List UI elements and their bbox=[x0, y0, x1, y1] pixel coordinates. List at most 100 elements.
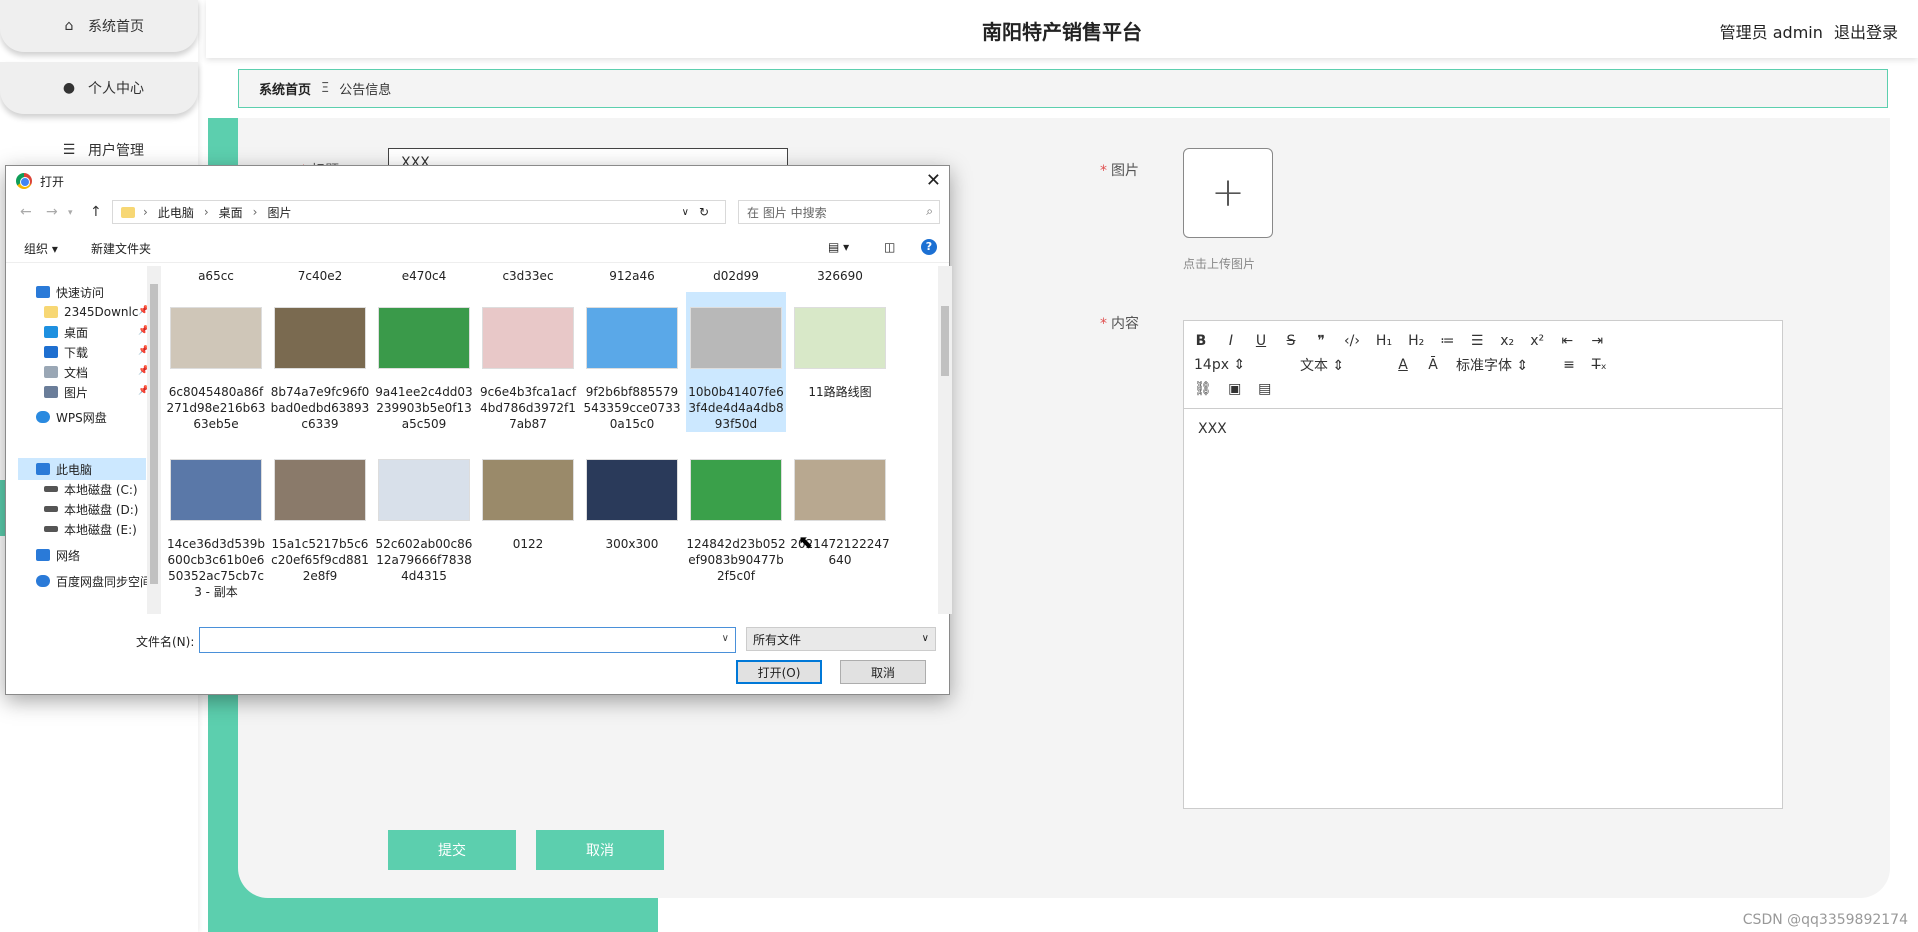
tree-item[interactable]: 下载 bbox=[44, 342, 88, 362]
sidebar-item-label: 系统首页 bbox=[88, 19, 144, 35]
close-icon[interactable]: ✕ bbox=[926, 170, 941, 191]
ordered-list-icon[interactable]: ≔ bbox=[1440, 333, 1454, 349]
path-segment[interactable]: 图片 bbox=[267, 204, 291, 221]
breadcrumb-home[interactable]: 系统首页 bbox=[259, 79, 311, 98]
filename-input[interactable]: ∨ bbox=[199, 627, 736, 653]
dialog-titlebar: 打开 bbox=[6, 166, 949, 196]
file-tile[interactable]: 11路路线图 bbox=[790, 292, 890, 400]
recent-chevron-icon[interactable]: ▾ bbox=[68, 208, 73, 218]
chevron-down-icon[interactable]: ∨ bbox=[682, 207, 689, 218]
h1-icon[interactable]: H₁ bbox=[1376, 333, 1392, 349]
quote-icon[interactable]: ❞ bbox=[1314, 333, 1328, 349]
file-tile[interactable]: 124842d23b052ef9083b90477b2f5c0f bbox=[686, 444, 786, 584]
tree-item[interactable]: 本地磁盘 (C:) bbox=[44, 479, 138, 499]
h2-icon[interactable]: H₂ bbox=[1408, 333, 1424, 349]
path-segment[interactable]: 桌面 bbox=[219, 204, 243, 221]
tree-item[interactable]: 网络 bbox=[36, 545, 80, 565]
scroll-thumb[interactable] bbox=[941, 306, 949, 376]
file-tile[interactable]: 9c6e4b3fca1acf4bd786d3972f17ab87 bbox=[478, 292, 578, 432]
tree-item[interactable]: 本地磁盘 (D:) bbox=[44, 499, 138, 519]
forward-icon[interactable]: → bbox=[46, 204, 58, 220]
tree-item[interactable]: 2345Downlc bbox=[44, 302, 138, 322]
background-color-icon[interactable]: Ā bbox=[1426, 357, 1440, 373]
file-tile-label[interactable]: a65cc bbox=[166, 268, 266, 284]
file-tile[interactable]: 6c8045480a86f271d98e216b6363eb5e bbox=[166, 292, 266, 432]
font-size-select[interactable]: 14px ⇕ bbox=[1194, 357, 1274, 373]
file-tile-label[interactable]: d02d99 bbox=[686, 268, 786, 284]
superscript-icon[interactable]: x² bbox=[1530, 333, 1544, 349]
chevron-down-icon[interactable]: ∨ bbox=[722, 633, 729, 644]
preview-pane-icon[interactable]: ◫ bbox=[884, 240, 895, 254]
watermark: CSDN @qq3359892174 bbox=[1742, 912, 1908, 928]
font-color-icon[interactable]: A bbox=[1396, 357, 1410, 373]
address-bar[interactable]: › 此电脑 › 桌面 › 图片 ∨ ↻ bbox=[112, 200, 726, 224]
indent-icon[interactable]: ⇥ bbox=[1590, 333, 1604, 349]
file-tile[interactable]: 9f2b6bf885579543359cce07330a15c0 bbox=[582, 292, 682, 432]
new-folder-button[interactable]: 新建文件夹 bbox=[91, 240, 151, 257]
cancel-button[interactable]: 取消 bbox=[536, 830, 664, 870]
file-tile[interactable]: 9a41ee2c4dd03239903b5e0f13a5c509 bbox=[374, 292, 474, 432]
tree-item[interactable]: 桌面 bbox=[44, 322, 88, 342]
italic-icon[interactable]: I bbox=[1224, 333, 1238, 349]
file-tile[interactable]: 0122 bbox=[478, 444, 578, 552]
image-upload-button[interactable]: + bbox=[1183, 148, 1273, 238]
dialog-cancel-button[interactable]: 取消 bbox=[840, 660, 926, 684]
submit-button[interactable]: 提交 bbox=[388, 830, 516, 870]
sidebar-item-profile[interactable]: ● 个人中心 bbox=[0, 62, 198, 114]
file-tile[interactable]: 10b0b41407fe63f4de4d4a4db893f50d bbox=[686, 292, 786, 432]
file-tile[interactable]: 8b74a7e9fc96f0bad0edbd63893c6339 bbox=[270, 292, 370, 432]
scroll-thumb[interactable] bbox=[150, 284, 158, 584]
file-tile-label[interactable]: c3d33ec bbox=[478, 268, 578, 284]
tree-item[interactable]: 图片 bbox=[44, 382, 88, 402]
refresh-icon[interactable]: ↻ bbox=[699, 205, 709, 219]
font-family-select[interactable]: 标准字体 ⇕ bbox=[1456, 355, 1546, 375]
open-button[interactable]: 打开(O) bbox=[736, 660, 822, 684]
file-tile-label[interactable]: 326690 bbox=[790, 268, 890, 284]
subscript-icon[interactable]: x₂ bbox=[1500, 333, 1514, 349]
document-icon bbox=[44, 366, 58, 378]
link-icon[interactable]: ⛓ bbox=[1194, 381, 1212, 397]
tree-item[interactable]: 文档 bbox=[44, 362, 88, 382]
file-tile[interactable]: 52c602ab00c8612a79666f78384d4315 bbox=[374, 444, 474, 584]
tree-scrollbar[interactable] bbox=[147, 266, 161, 614]
clear-format-icon[interactable]: T̶ₓ bbox=[1592, 357, 1607, 373]
tree-item[interactable]: 本地磁盘 (E:) bbox=[44, 519, 137, 539]
image-icon[interactable]: ▣ bbox=[1228, 381, 1242, 397]
file-thumbnail bbox=[585, 444, 679, 536]
file-tile-label[interactable]: 7c40e2 bbox=[270, 268, 370, 284]
strike-icon[interactable]: S bbox=[1284, 333, 1298, 349]
tree-item[interactable]: 快速访问 bbox=[36, 282, 104, 302]
file-tile[interactable]: 300x300 bbox=[582, 444, 682, 552]
back-icon[interactable]: ← bbox=[20, 204, 32, 220]
view-icon[interactable]: ▤ ▾ bbox=[828, 240, 849, 254]
file-tile[interactable]: 15a1c5217b5c6c20ef65f9cd8812e8f9 bbox=[270, 444, 370, 584]
sidebar-item-users[interactable]: ☰ 用户管理 bbox=[60, 140, 144, 160]
tree-item[interactable]: 百度网盘同步空间 bbox=[36, 571, 152, 591]
sidebar-item-home[interactable]: ⌂ 系统首页 bbox=[0, 0, 198, 52]
bullet-list-icon[interactable]: ☰ bbox=[1470, 333, 1484, 349]
filetype-select[interactable]: 所有文件 ∨ bbox=[746, 627, 936, 651]
bold-icon[interactable]: B bbox=[1194, 333, 1208, 349]
editor-content[interactable]: XXX bbox=[1184, 409, 1782, 449]
chevron-down-icon: ∨ bbox=[921, 633, 929, 644]
align-icon[interactable]: ≡ bbox=[1562, 357, 1576, 373]
grid-scrollbar[interactable] bbox=[938, 266, 952, 614]
code-icon[interactable]: ‹/› bbox=[1344, 333, 1360, 349]
file-tile[interactable]: 14ce36d3d539b600cb3c61b0e650352ac75cb7c3… bbox=[166, 444, 266, 600]
organize-button[interactable]: 组织 ▾ bbox=[24, 240, 58, 257]
help-icon[interactable]: ? bbox=[921, 239, 937, 255]
breadcrumb-separator: Ξ bbox=[321, 81, 330, 96]
tree-item[interactable]: 此电脑 bbox=[36, 459, 92, 479]
text-style-select[interactable]: 文本 ⇕ bbox=[1300, 355, 1380, 375]
up-icon[interactable]: ↑ bbox=[90, 204, 102, 220]
path-segment[interactable]: 此电脑 bbox=[158, 204, 194, 221]
file-tile-label[interactable]: e470c4 bbox=[374, 268, 474, 284]
tree-item[interactable]: WPS网盘 bbox=[36, 407, 107, 427]
file-tile-label[interactable]: 912a46 bbox=[582, 268, 682, 284]
search-input[interactable]: 在 图片 中搜索 ⌕ bbox=[738, 200, 940, 224]
logout-link[interactable]: 退出登录 bbox=[1834, 23, 1898, 42]
file-name: 9c6e4b3fca1acf4bd786d3972f17ab87 bbox=[479, 385, 577, 431]
underline-icon[interactable]: U bbox=[1254, 333, 1268, 349]
video-icon[interactable]: ▤ bbox=[1258, 381, 1272, 397]
outdent-icon[interactable]: ⇤ bbox=[1560, 333, 1574, 349]
